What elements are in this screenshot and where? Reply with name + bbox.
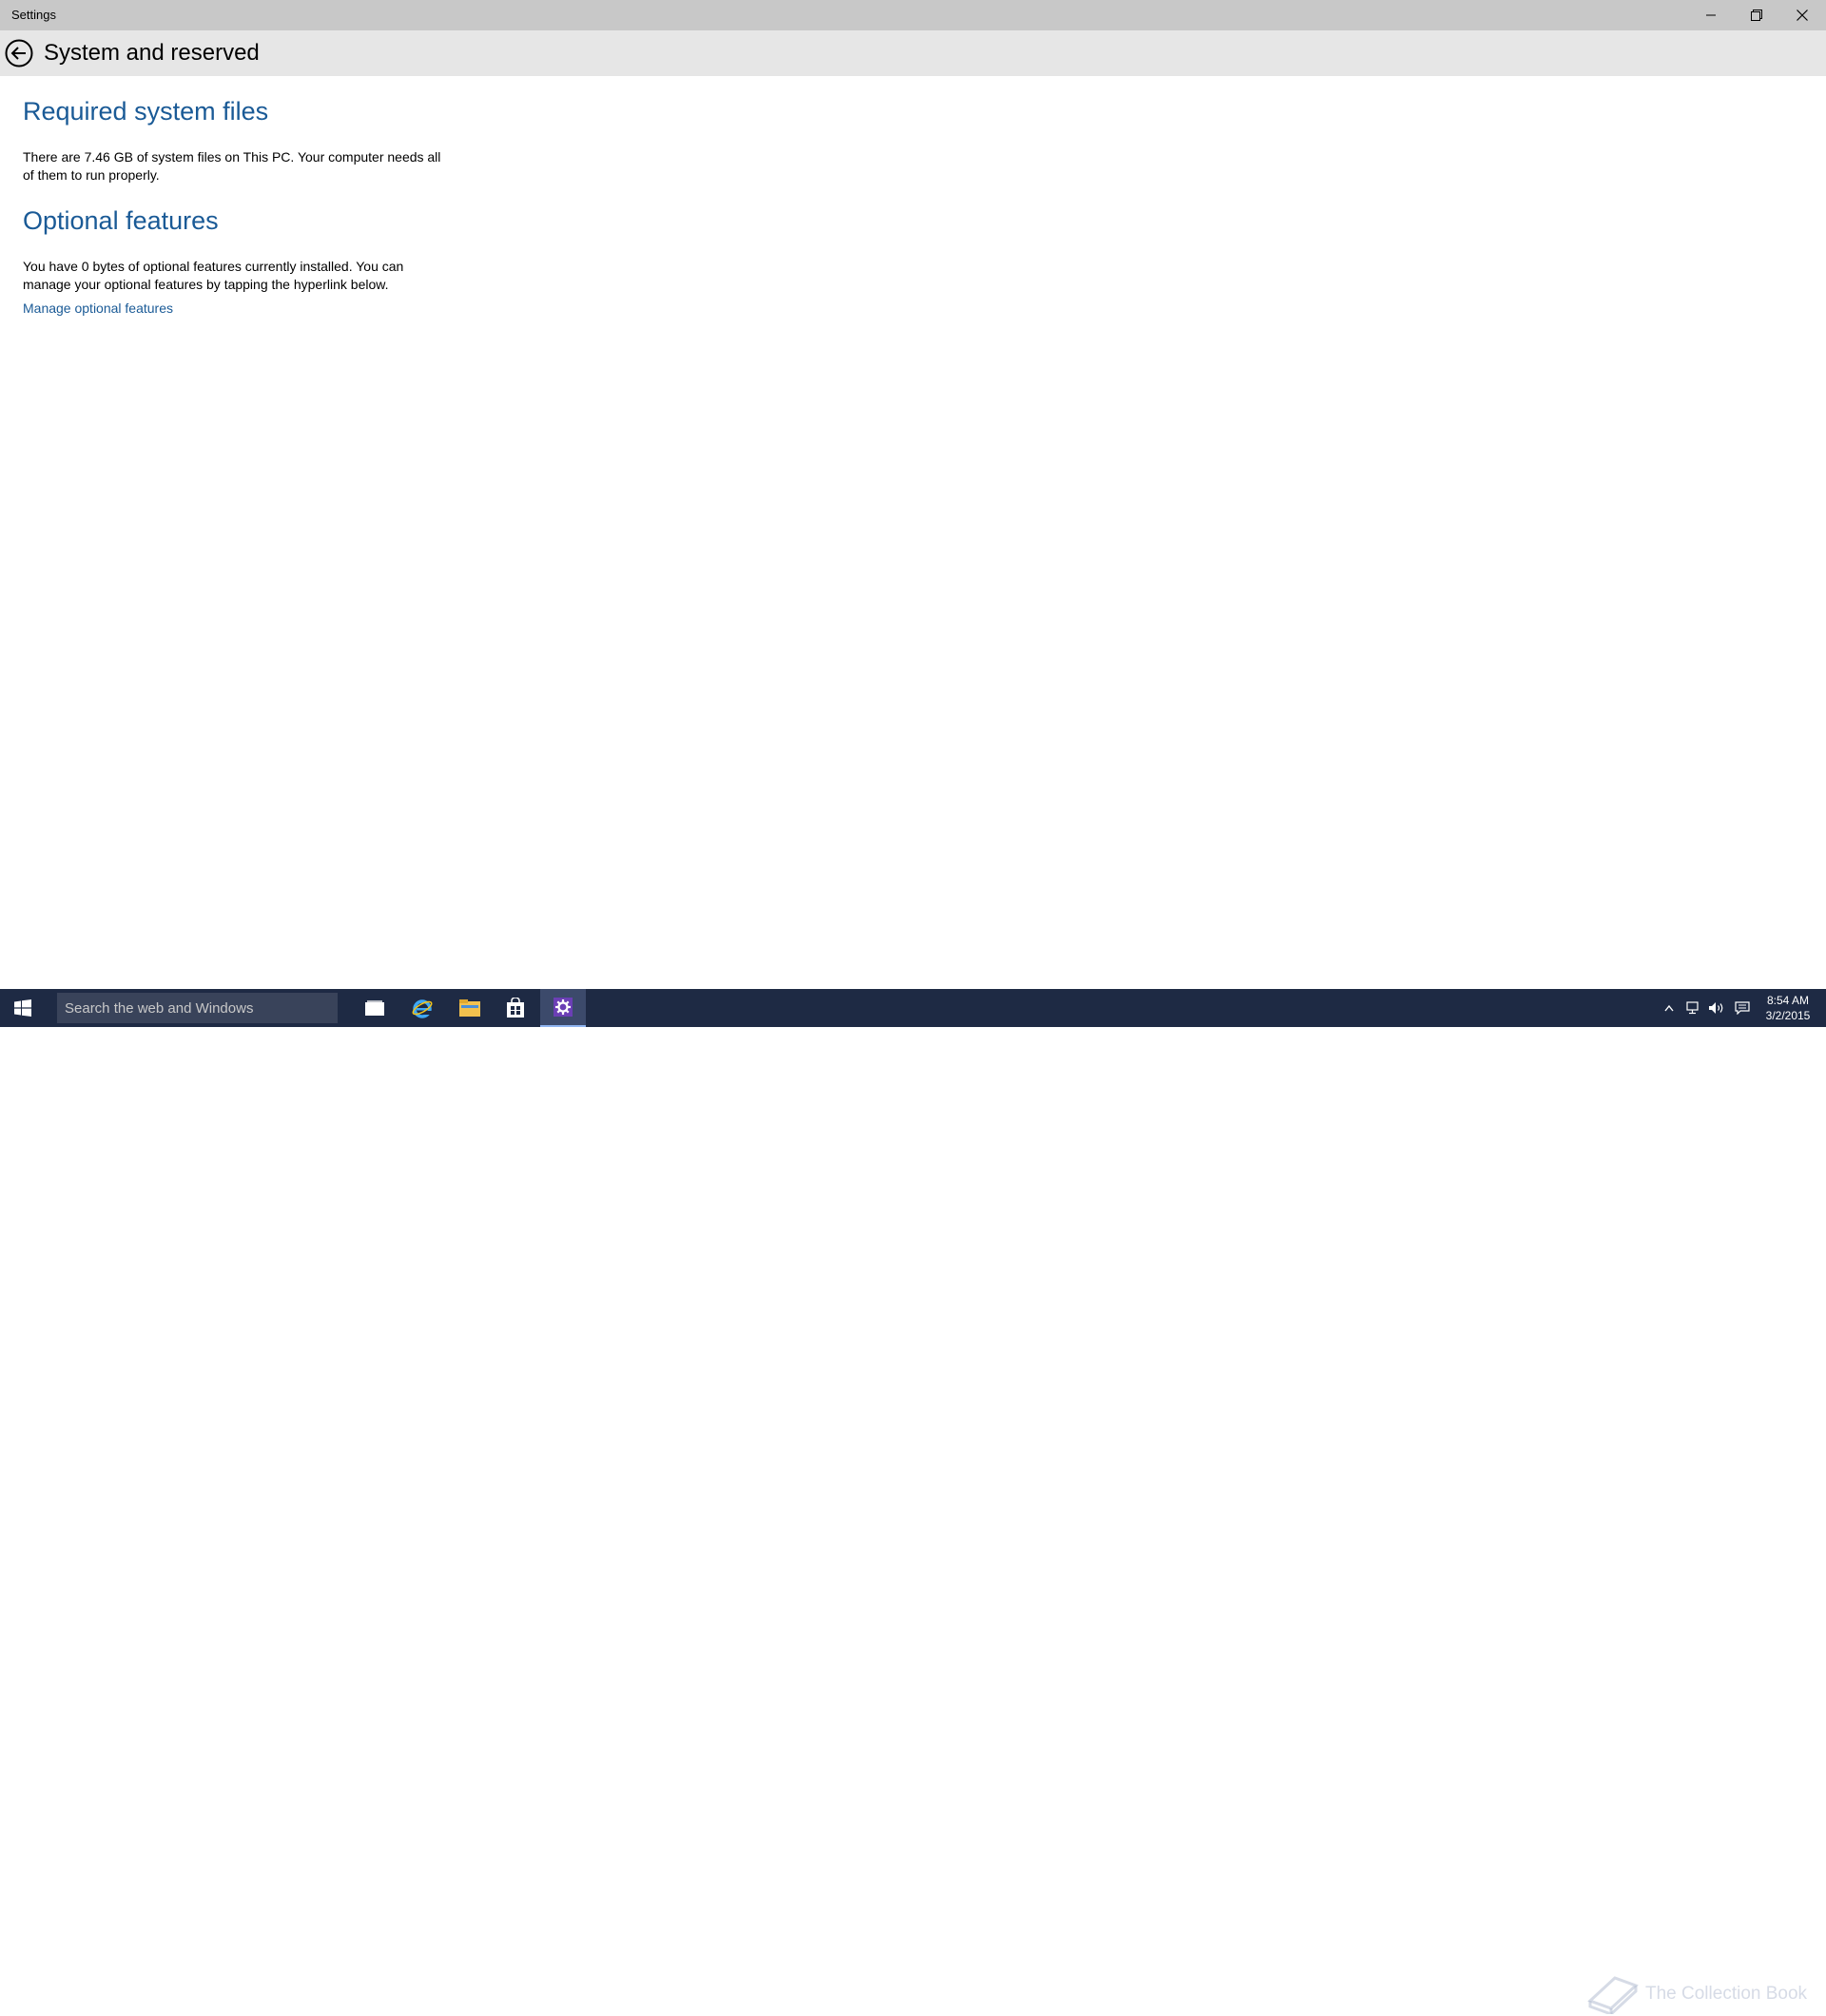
chevron-up-icon [1664,1004,1674,1012]
required-files-description: There are 7.46 GB of system files on Thi… [23,149,441,183]
windows-logo-icon [14,999,31,1017]
internet-explorer-icon [412,999,433,1018]
optional-features-description: You have 0 bytes of optional features cu… [23,259,404,292]
page-title: System and reserved [44,40,260,66]
settings-icon [554,998,573,1017]
minimize-icon [1706,14,1716,16]
watermark-text: The Collection Book [1645,1984,1808,2004]
manage-optional-features-link[interactable]: Manage optional features [23,300,173,316]
store-icon [507,998,524,1018]
show-hidden-icons-button[interactable] [1659,998,1680,1018]
task-view-icon [365,1000,384,1016]
notifications-icon [1735,1001,1750,1015]
restore-button[interactable] [1735,0,1778,30]
search-placeholder: Search the web and Windows [65,999,254,1017]
minimize-button[interactable] [1689,0,1733,30]
clock-time: 8:54 AM [1766,994,1810,1007]
restore-icon [1751,10,1762,21]
file-explorer-icon [459,999,480,1017]
task-view-button[interactable] [352,989,398,1027]
window-title: Settings [11,8,56,22]
network-icon [1686,1001,1699,1015]
close-icon [1797,10,1808,21]
volume-icon [1709,1002,1723,1014]
book-icon [1587,1976,1639,2014]
taskbar: Search the web and Windows The Collectio… [0,989,1826,2014]
clock-date: 3/2/2015 [1765,1009,1811,1022]
volume-button[interactable] [1706,998,1727,1018]
internet-explorer-button[interactable] [399,989,445,1027]
store-button[interactable] [493,989,538,1027]
optional-features-heading: Optional features [23,206,219,235]
back-arrow-icon [5,39,33,68]
watermark: The Collection Book [1586,1972,1824,2016]
required-files-heading: Required system files [23,97,269,126]
back-button[interactable] [4,38,34,68]
network-button[interactable] [1682,998,1703,1018]
notifications-button[interactable] [1732,998,1753,1018]
settings-button[interactable] [540,989,586,1027]
clock[interactable]: 8:54 AM 3/2/2015 [1764,993,1812,1023]
start-button[interactable] [0,989,46,1027]
page-header: System and reserved [0,30,1826,76]
close-button[interactable] [1780,0,1824,30]
file-explorer-button[interactable] [447,989,493,1027]
search-box[interactable]: Search the web and Windows [57,993,338,1023]
title-bar: Settings [0,0,1826,30]
